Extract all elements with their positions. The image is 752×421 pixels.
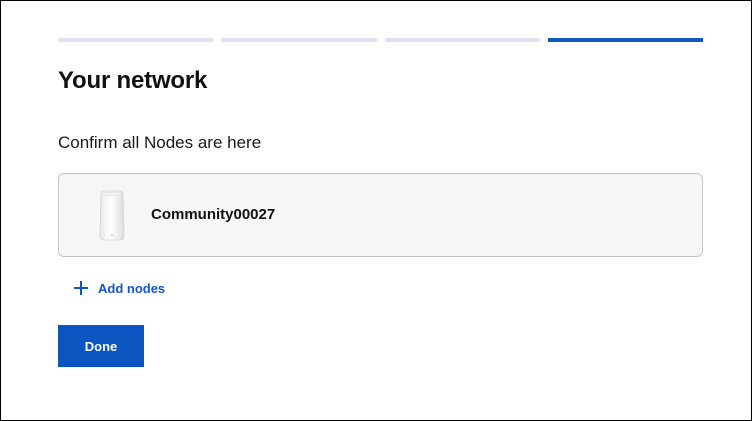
app-window: Your network Confirm all Nodes are here … <box>0 0 752 421</box>
done-button[interactable]: Done <box>58 325 144 367</box>
node-card: Community00027 <box>58 173 703 257</box>
node-name: Community00027 <box>151 206 276 223</box>
add-nodes-label: Add nodes <box>98 280 166 296</box>
progress-stepper <box>58 37 703 42</box>
add-nodes-button[interactable]: Add nodes <box>73 280 165 296</box>
page-subtitle: Confirm all Nodes are here <box>58 133 262 152</box>
progress-step-2 <box>221 38 377 42</box>
plus-icon <box>74 281 88 295</box>
page-title: Your network <box>58 67 208 94</box>
router-node-icon <box>97 190 127 242</box>
progress-step-4-current <box>547 38 703 42</box>
progress-step-1 <box>58 38 214 42</box>
progress-step-3 <box>384 38 540 42</box>
